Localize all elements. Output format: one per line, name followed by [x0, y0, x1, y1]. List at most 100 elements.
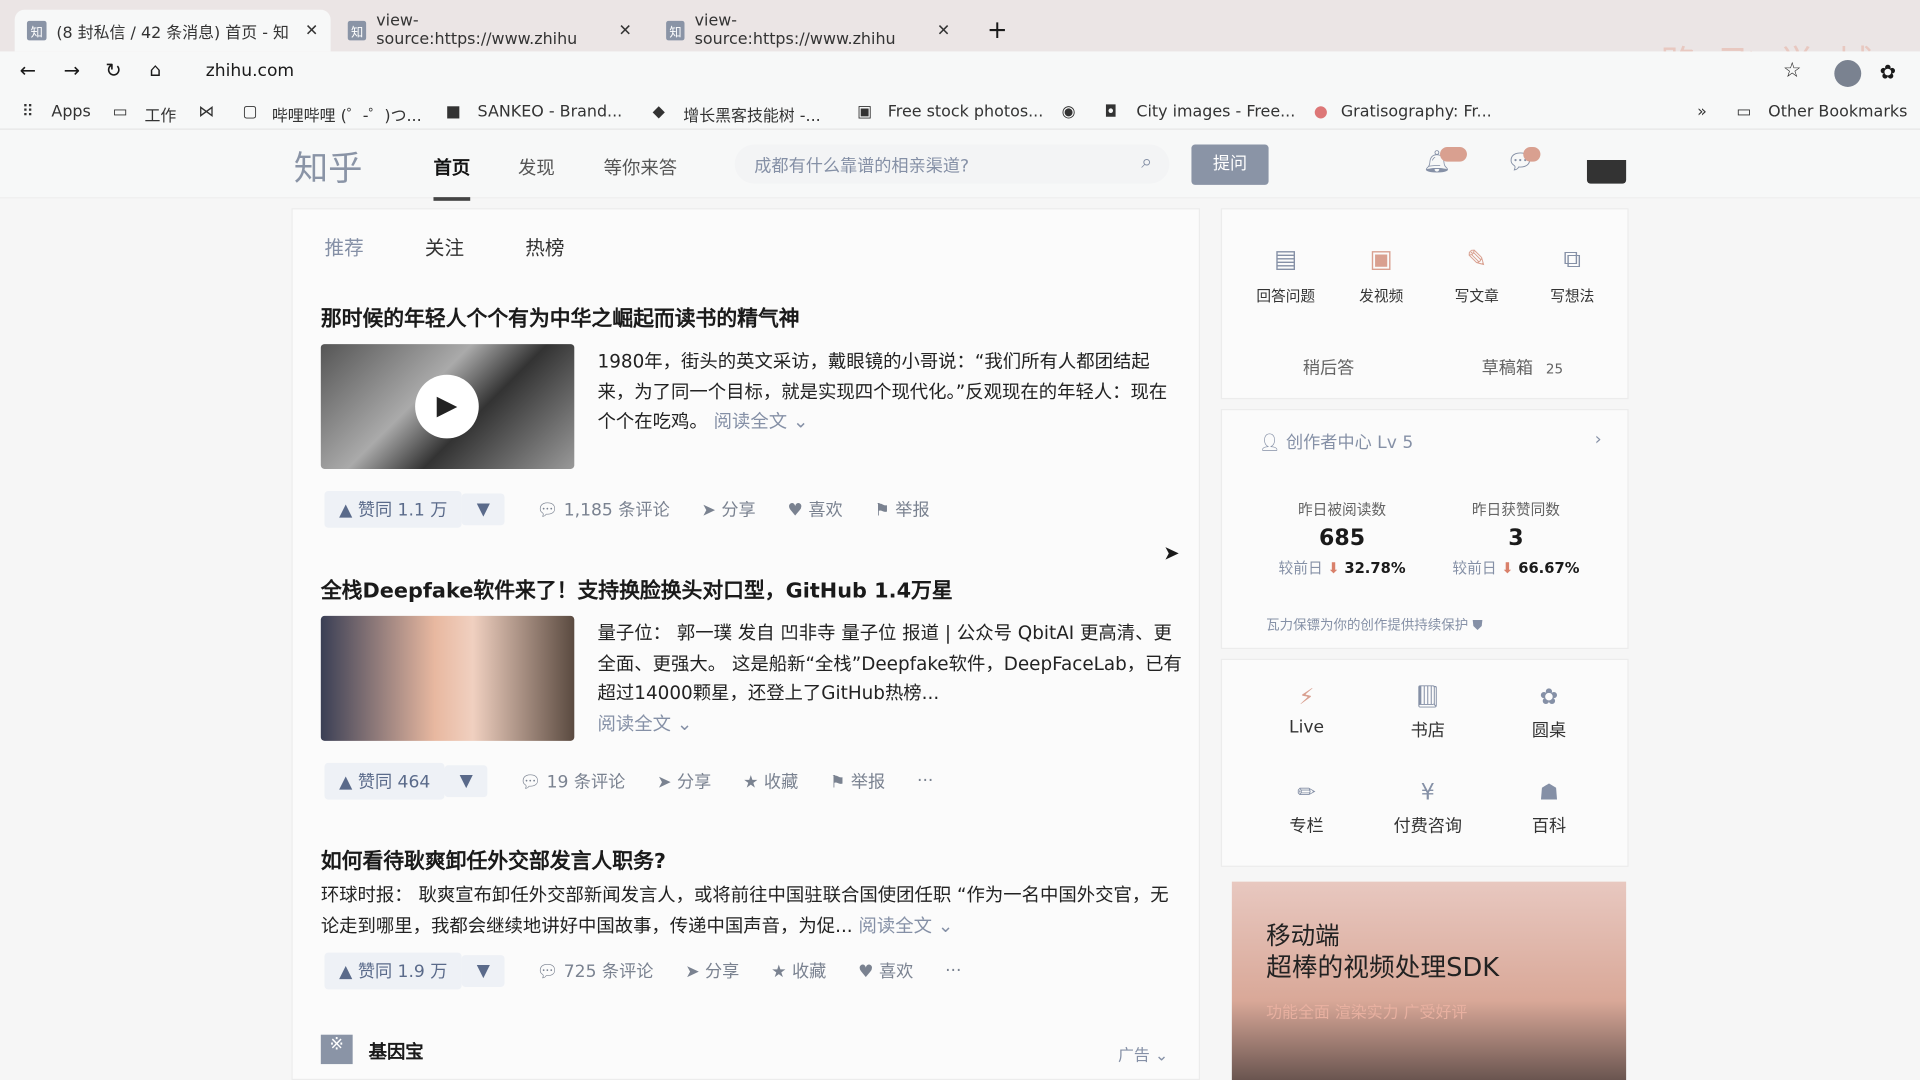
url-field[interactable]: zhihu.com — [206, 61, 294, 81]
bookmark[interactable]: 工作 — [144, 103, 176, 126]
feed-tab-hot[interactable]: 热榜 — [525, 231, 564, 260]
bookmark[interactable]: 增长黑客技能树 -... — [683, 103, 820, 126]
read-more-link[interactable]: 阅读全文 — [858, 914, 931, 936]
tab-view-source-2[interactable]: 知 view-source:https://www.zhihu ✕ — [654, 10, 963, 52]
feed-item-excerpt[interactable]: 量子位： 郭一璞 发自 凹非寺 量子位 报道 | 公众号 QbitAI 更高清、… — [598, 618, 1183, 738]
bookmark[interactable]: SANKEO - Brand... — [478, 103, 623, 121]
bookstore-link[interactable]: 📕︎ 书店 — [1379, 684, 1477, 742]
creator-center-link[interactable]: 👤︎ 创作者中心 Lv 5 › — [1259, 430, 1602, 454]
bookmark[interactable]: Apps — [51, 103, 90, 121]
paid-consult-link[interactable]: ¥ 付费咨询 — [1379, 780, 1477, 838]
protection-link[interactable]: 瓦力保镖为你的创作提供持续保护 ⛊ — [1266, 615, 1482, 635]
downvote-button[interactable]: ▼ — [462, 493, 505, 526]
forward-icon[interactable]: → — [64, 59, 80, 82]
more-button[interactable]: ··· — [945, 961, 961, 981]
ask-button[interactable]: 提问 — [1191, 144, 1269, 185]
downvote-button[interactable]: ▼ — [444, 765, 488, 798]
bookmark[interactable]: Free stock photos... — [888, 103, 1044, 121]
share-button[interactable]: ➤ 分享 — [685, 959, 739, 983]
messages-badge — [1523, 146, 1541, 162]
bookmark[interactable]: Gratisography: Fr... — [1341, 103, 1492, 121]
drafts-link[interactable]: 草稿箱 25 — [1482, 355, 1563, 379]
search-input[interactable]: 成都有什么靠谱的相亲渠道? ⌕ — [734, 144, 1170, 184]
write-article-button[interactable]: ✎ 写文章 — [1428, 244, 1526, 306]
new-tab-button[interactable]: + — [987, 15, 1008, 44]
upvote-button[interactable]: ▲ 赞同 464 — [324, 762, 445, 800]
ad-name[interactable]: 基因宝 — [369, 1038, 424, 1064]
feed-tab-recommend[interactable]: 推荐 — [324, 231, 363, 260]
share-button[interactable]: ➤ 分享 — [702, 497, 756, 521]
search-icon[interactable]: ⌕ — [1141, 149, 1152, 173]
nav-discover[interactable]: 发现 — [518, 154, 555, 180]
profile-avatar[interactable] — [1834, 60, 1862, 87]
feed-item-title[interactable]: 如何看待耿爽卸任外交部发言人职务? — [321, 844, 666, 874]
comments-label: 1,185 条评论 — [563, 500, 670, 521]
report-button[interactable]: ⚑ 举报 — [830, 769, 885, 793]
article-thumbnail[interactable] — [320, 615, 575, 741]
more-button[interactable]: ··· — [917, 771, 933, 791]
bookmark[interactable]: City images - Free... — [1136, 103, 1295, 121]
live-link[interactable]: ⚡︎ Live — [1258, 684, 1356, 737]
comments-button[interactable]: 💬︎ 19 条评论 — [519, 769, 625, 793]
zhihu-favicon: 知 — [347, 20, 367, 41]
roundtable-link[interactable]: ✿ 圆桌 — [1500, 684, 1598, 742]
vote-label: 赞同 464 — [357, 772, 431, 793]
mouse-cursor: ➤ — [1163, 541, 1180, 565]
feed-item-title[interactable]: 那时候的年轻人个个有为中华之崛起而读书的精气神 — [321, 301, 800, 331]
share-button[interactable]: ➤ 分享 — [657, 769, 711, 793]
bookmark[interactable]: 哔哩哔哩 (゜-゜)つ... — [272, 103, 422, 126]
tab-view-source-1[interactable]: 知 view-source:https://www.zhihu ✕ — [336, 10, 645, 52]
bookmark-icon[interactable]: ⋈ — [198, 103, 214, 121]
write-thought-button[interactable]: ⧉ 写想法 — [1523, 244, 1621, 306]
feed-item-excerpt[interactable]: 环球时报： 耿爽宣布卸任外交部新闻发言人，或将前往中国驻联合国使团任职 “作为一… — [321, 880, 1184, 940]
nav-home[interactable]: 首页 — [433, 154, 471, 201]
close-icon[interactable]: ✕ — [618, 21, 631, 39]
video-thumbnail[interactable]: ▶ — [320, 344, 575, 469]
globe-icon[interactable]: ◉ — [1062, 103, 1076, 121]
tab-zhihu-home[interactable]: 知 (8 封私信 / 42 条消息) 首页 - 知 ✕ — [14, 9, 331, 52]
like-button[interactable]: ♥ 喜欢 — [858, 959, 913, 983]
close-icon[interactable]: ✕ — [305, 21, 318, 39]
more-bookmarks-icon[interactable]: » — [1697, 103, 1707, 121]
feed-item-title[interactable]: 全栈Deepfake软件来了！支持换脸换头对口型，GitHub 1.4万星 — [321, 573, 953, 603]
report-button[interactable]: ⚑ 举报 — [874, 497, 929, 521]
bilibili-icon: ▢ — [242, 102, 258, 122]
feed-item-actions: ▲ 赞同 1.9 万 ▼ 💬︎ 725 条评论 ➤ 分享 ★ 收藏 ♥ 喜欢 ·… — [324, 952, 993, 990]
feed-item-excerpt[interactable]: 1980年，街头的英文采访，戴眼镜的小哥说：“我们所有人都团结起来，为了同一个目… — [598, 347, 1183, 437]
answer-later-link[interactable]: 稍后答 — [1303, 355, 1354, 379]
user-avatar[interactable] — [1586, 144, 1627, 184]
reload-icon[interactable]: ↻ — [105, 59, 121, 82]
ad-banner[interactable]: 移动端 超棒的视频处理SDK 功能全面 渲染实力 广受好评 — [1231, 881, 1627, 1080]
favorite-button[interactable]: ★ 收藏 — [743, 769, 798, 793]
chevron-right-icon: › — [1594, 429, 1602, 450]
other-bookmarks[interactable]: Other Bookmarks — [1768, 103, 1907, 121]
bookmark-star-icon[interactable]: ☆ — [1783, 59, 1802, 83]
favorite-button[interactable]: ★ 收藏 — [771, 959, 826, 983]
apps-icon[interactable]: ⠿ — [22, 103, 34, 121]
nav-waiting[interactable]: 等你来答 — [604, 154, 677, 180]
comments-button[interactable]: 💬︎ 1,185 条评论 — [537, 497, 670, 521]
comments-button[interactable]: 💬︎ 725 条评论 — [537, 959, 654, 983]
post-video-button[interactable]: ▣ 发视频 — [1332, 244, 1430, 306]
back-icon[interactable]: ← — [20, 59, 36, 82]
home-icon[interactable]: ⌂ — [149, 59, 161, 81]
thought-icon: ⧉ — [1563, 243, 1582, 274]
column-link[interactable]: ✏︎ 专栏 — [1258, 780, 1356, 838]
downvote-button[interactable]: ▼ — [462, 955, 505, 987]
upvote-button[interactable]: ▲ 赞同 1.9 万 — [324, 952, 463, 990]
ad-label[interactable]: 广告 ⌄ — [1118, 1042, 1168, 1065]
answer-question-button[interactable]: ▤ 回答问题 — [1237, 244, 1335, 306]
read-more-link[interactable]: 阅读全文 — [714, 410, 787, 432]
like-button[interactable]: ♥ 喜欢 — [788, 497, 843, 521]
book-icon: 📕︎ — [1413, 684, 1442, 711]
play-icon[interactable]: ▶ — [415, 374, 479, 439]
zhihu-logo[interactable]: 知乎 — [294, 142, 363, 191]
extension-icon[interactable]: ✿ — [1880, 60, 1896, 83]
feed-item-actions: ▲ 赞同 1.1 万 ▼ 💬︎ 1,185 条评论 ➤ 分享 ♥ 喜欢 ⚑ 举报 — [324, 491, 961, 528]
read-more-link[interactable]: 阅读全文 — [598, 712, 671, 734]
feed-tab-follow[interactable]: 关注 — [425, 231, 464, 260]
upvote-button[interactable]: ▲ 赞同 1.1 万 — [324, 491, 463, 528]
wiki-link[interactable]: ☗ 百科 — [1500, 780, 1598, 838]
close-icon[interactable]: ✕ — [937, 21, 950, 39]
stat-reads: 昨日被阅读数 685 较前日 ⬇ 32.78% — [1256, 498, 1427, 578]
